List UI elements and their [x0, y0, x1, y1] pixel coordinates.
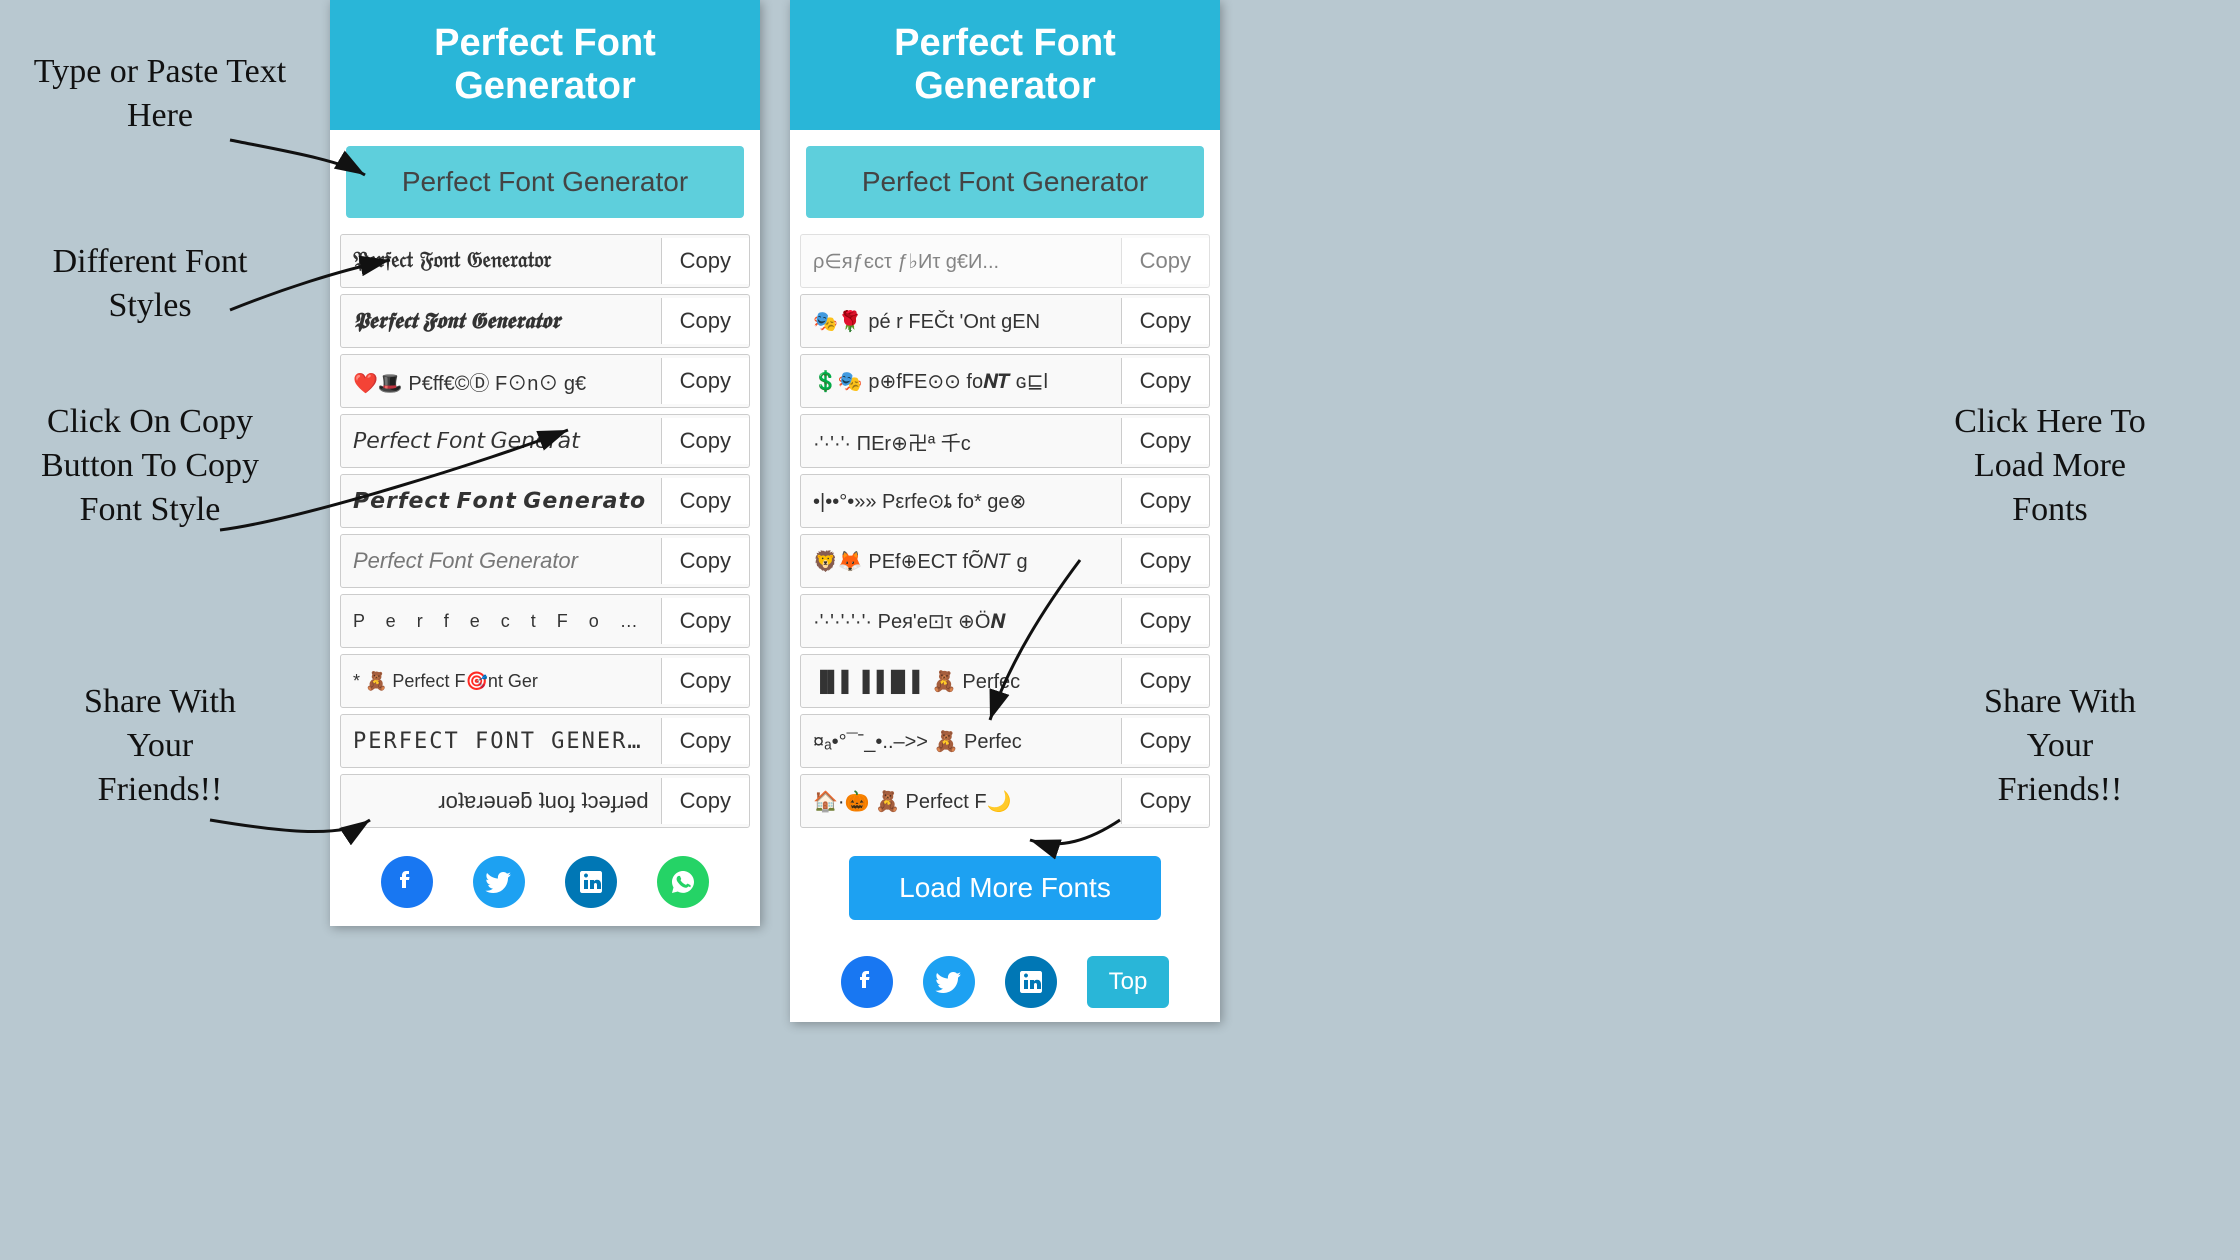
twitter-icon-right[interactable] [923, 956, 975, 1008]
font-text: * 🧸 Perfect F🎯nt Ger [341, 663, 661, 700]
text-input-area[interactable] [346, 146, 744, 218]
right-text-input[interactable] [826, 166, 1184, 198]
copy-button[interactable]: Copy [661, 778, 749, 824]
copy-button[interactable]: Copy [661, 478, 749, 524]
font-row: * 🧸 Perfect F🎯nt Ger Copy [340, 654, 750, 708]
facebook-icon-right[interactable] [841, 956, 893, 1008]
copy-button[interactable]: Copy [661, 298, 749, 344]
twitter-icon[interactable] [473, 856, 525, 908]
font-text: 🏠·🎃 🧸 Perfect F🌙 [801, 781, 1121, 822]
linkedin-icon[interactable] [565, 856, 617, 908]
font-list-right: ρ∈яƒєcτ ƒ♭Иτ g€И... Copy 🎭🌹 pé r FEČt 'O… [790, 234, 1220, 828]
whatsapp-icon[interactable] [657, 856, 709, 908]
font-row: ❤️🎩 P€ff€©Ⓓ F⊙n⊙ g€ Copy [340, 354, 750, 408]
copy-button[interactable]: Copy [661, 598, 749, 644]
font-row: 𝔓𝔢𝔯𝔣𝔢𝔠𝔱 𝔉𝔬𝔫𝔱 𝔊𝔢𝔫𝔢𝔯𝔞𝔱𝔬𝔯 Copy [340, 234, 750, 288]
left-phone: Perfect Font Generator 𝔓𝔢𝔯𝔣𝔢𝔠𝔱 𝔉𝔬𝔫𝔱 𝔊𝔢𝔫𝔢… [330, 0, 760, 926]
font-text: 𝔓𝔢𝔯𝔣𝔢𝔠𝔱 𝔉𝔬𝔫𝔱 𝔊𝔢𝔫𝔢𝔯𝔞𝔱𝔬𝔯 [341, 241, 661, 281]
annotation-load-more: Click Here ToLoad MoreFonts [1890, 400, 2210, 533]
font-text: ·'·'·'·'·'· Pея'е⊡τ ⊕Ö𝑵 [801, 601, 1121, 642]
font-row: 🎭🌹 pé r FEČt 'Ont gEN Copy [800, 294, 1210, 348]
annotation-click-copy: Click On CopyButton To CopyFont Style [10, 400, 290, 533]
font-row: ▐▌▌▐▐▐▌▌ 🧸 Perfec Copy [800, 654, 1210, 708]
font-text: 𝘗𝘦𝘳𝘧𝘦𝘤𝘵 𝘍𝘰𝘯𝘵 𝘎𝘦𝘯𝘦𝘳𝘢𝘵 [341, 420, 661, 462]
font-text: 🦁🦊 PΕf⊕ЕCT fÕ𝑁𝑇 g [801, 541, 1121, 582]
load-more-button[interactable]: Load More Fonts [849, 856, 1161, 920]
copy-button[interactable]: Copy [1121, 418, 1209, 464]
font-row: ·'·'·'·'·'· Pея'е⊡τ ⊕Ö𝑵 Copy [800, 594, 1210, 648]
font-text: ❤️🎩 P€ff€©Ⓓ F⊙n⊙ g€ [341, 359, 661, 404]
top-button[interactable]: Top [1087, 956, 1170, 1008]
font-text: ρ∈яƒєcτ ƒ♭Иτ g€И... [801, 241, 1121, 282]
font-text: P e r f e c t F o n t [341, 603, 661, 640]
font-text: 𝕻𝖊𝖗𝖋𝖊𝖈𝖙 𝕱𝖔𝖓𝖙 𝕲𝖊𝖓𝖊𝖗𝖆𝖙𝖔𝖗 [341, 300, 661, 342]
copy-button[interactable]: Copy [1121, 778, 1209, 824]
bottom-bar-right: Top [790, 942, 1220, 1022]
font-text: PERFECT FONT GENERATOR [341, 721, 661, 762]
font-text: ¤ₐ•°¯ˉ_•..–>> 🧸 Perfec [801, 721, 1121, 762]
font-text: 𝙋𝙚𝙧𝙛𝙚𝙘𝙩 𝙁𝙤𝙣𝙩 𝙂𝙚𝙣𝙚𝙧𝙖𝙩𝙤 [341, 480, 661, 522]
font-row: 𝘗𝘦𝘳𝘧𝘦𝘤𝘵 𝘍𝘰𝘯𝘵 𝘎𝘦𝘯𝘦𝘳𝘢𝘵 Copy [340, 414, 750, 468]
annotation-share-left: Share WithYourFriends!! [30, 680, 290, 813]
font-row: Perfect Font Generator Copy [340, 534, 750, 588]
annotation-type-paste: Type or Paste TextHere [20, 50, 300, 138]
annotation-different-fonts: Different FontStyles [10, 240, 290, 328]
facebook-icon[interactable] [381, 856, 433, 908]
font-text: 🎭🌹 pé r FEČt 'Ont gEN [801, 301, 1121, 342]
copy-button[interactable]: Copy [1121, 478, 1209, 524]
copy-button[interactable]: Copy [1121, 238, 1209, 284]
left-phone-header: Perfect Font Generator [330, 0, 760, 130]
font-text: ɹoʇɐɹǝuǝƃ ʇuoɟ ʇɔǝɟɹǝd [341, 780, 661, 822]
copy-button[interactable]: Copy [661, 358, 749, 404]
right-phone-title: Perfect Font Generator [806, 22, 1204, 108]
copy-button[interactable]: Copy [1121, 718, 1209, 764]
right-text-input-area[interactable] [806, 146, 1204, 218]
copy-button[interactable]: Copy [1121, 298, 1209, 344]
copy-button[interactable]: Copy [661, 418, 749, 464]
font-text: ·'·'·'· ΠЕr⊕卍ª 千c [801, 419, 1121, 464]
font-row: 𝙋𝙚𝙧𝙛𝙚𝙘𝙩 𝙁𝙤𝙣𝙩 𝙂𝙚𝙣𝙚𝙧𝙖𝙩𝙤 Copy [340, 474, 750, 528]
annotation-share-right: Share WithYourFriends!! [1920, 680, 2200, 813]
copy-button[interactable]: Copy [1121, 538, 1209, 584]
linkedin-icon-right[interactable] [1005, 956, 1057, 1008]
font-row: 𝕻𝖊𝖗𝖋𝖊𝖈𝖙 𝕱𝖔𝖓𝖙 𝕲𝖊𝖓𝖊𝖗𝖆𝖙𝖔𝖗 Copy [340, 294, 750, 348]
font-row: 🦁🦊 PΕf⊕ЕCT fÕ𝑁𝑇 g Copy [800, 534, 1210, 588]
font-text: Perfect Font Generator [341, 540, 661, 582]
copy-button[interactable]: Copy [661, 658, 749, 704]
font-text: •|••°•»» Pεrfe⊙ȶ fo* ge⊗ [801, 481, 1121, 522]
text-input[interactable] [366, 166, 724, 198]
copy-button[interactable]: Copy [1121, 598, 1209, 644]
font-row: P e r f e c t F o n t Copy [340, 594, 750, 648]
font-row: ɹoʇɐɹǝuǝƃ ʇuoɟ ʇɔǝɟɹǝd Copy [340, 774, 750, 828]
font-row: ¤ₐ•°¯ˉ_•..–>> 🧸 Perfec Copy [800, 714, 1210, 768]
font-text: ▐▌▌▐▐▐▌▌ 🧸 Perfec [801, 661, 1121, 702]
font-text: 💲🎭 p⊕fFE⊙⊙ fo𝑵𝑻 ɢ⊑l [801, 361, 1121, 402]
font-row: ρ∈яƒєcτ ƒ♭Иτ g€И... Copy [800, 234, 1210, 288]
left-phone-title: Perfect Font Generator [346, 22, 744, 108]
font-list-left: 𝔓𝔢𝔯𝔣𝔢𝔠𝔱 𝔉𝔬𝔫𝔱 𝔊𝔢𝔫𝔢𝔯𝔞𝔱𝔬𝔯 Copy 𝕻𝖊𝖗𝖋𝖊𝖈𝖙 𝕱𝖔𝖓𝖙… [330, 234, 760, 828]
right-phone-header: Perfect Font Generator [790, 0, 1220, 130]
social-bar-left [330, 838, 760, 926]
copy-button[interactable]: Copy [661, 538, 749, 584]
font-row: 💲🎭 p⊕fFE⊙⊙ fo𝑵𝑻 ɢ⊑l Copy [800, 354, 1210, 408]
copy-button[interactable]: Copy [661, 238, 749, 284]
font-row: PERFECT FONT GENERATOR Copy [340, 714, 750, 768]
font-row: ·'·'·'· ΠЕr⊕卍ª 千c Copy [800, 414, 1210, 468]
font-row: •|••°•»» Pεrfe⊙ȶ fo* ge⊗ Copy [800, 474, 1210, 528]
font-row: 🏠·🎃 🧸 Perfect F🌙 Copy [800, 774, 1210, 828]
copy-button[interactable]: Copy [1121, 658, 1209, 704]
copy-button[interactable]: Copy [1121, 358, 1209, 404]
right-phone: Perfect Font Generator ρ∈яƒєcτ ƒ♭Иτ g€И.… [790, 0, 1220, 1022]
copy-button[interactable]: Copy [661, 718, 749, 764]
